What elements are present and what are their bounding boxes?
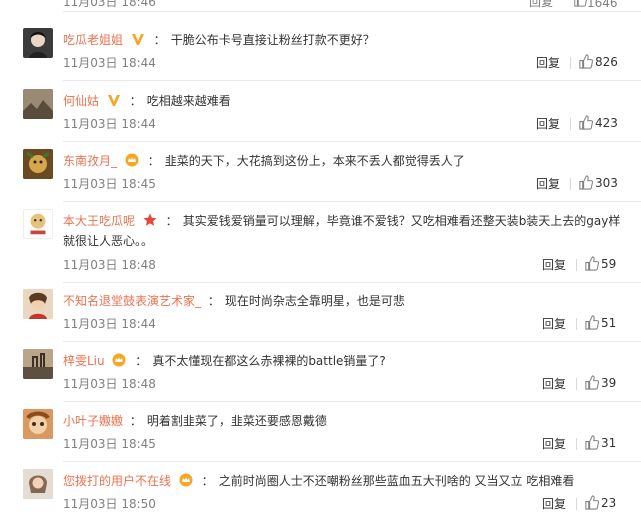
action-separator bbox=[570, 57, 571, 69]
thumbs-up-icon bbox=[579, 54, 593, 69]
like-count: 1646 bbox=[587, 0, 618, 10]
divider bbox=[63, 80, 641, 81]
divider bbox=[63, 201, 641, 202]
avatar[interactable] bbox=[23, 349, 53, 379]
comment-item: 何仙姑 ：吃相越来越难看 11月03日 18:44 回复 423 bbox=[0, 89, 641, 149]
action-separator bbox=[570, 118, 571, 130]
like-count: 59 bbox=[601, 257, 617, 271]
comment-text: 吃相越来越难看 bbox=[146, 94, 231, 108]
avatar[interactable] bbox=[23, 209, 53, 239]
reply-button[interactable]: 回复 bbox=[536, 175, 560, 192]
reply-button[interactable]: 回复 bbox=[529, 0, 553, 10]
like-count: 423 bbox=[595, 116, 618, 130]
reply-button[interactable]: 回复 bbox=[536, 54, 560, 71]
divider bbox=[63, 401, 641, 402]
like-button[interactable]: 39 bbox=[584, 375, 616, 390]
thumbs-up-icon bbox=[579, 175, 593, 190]
verified-v-icon bbox=[131, 32, 145, 46]
action-separator bbox=[570, 178, 571, 190]
like-button[interactable]: 826 bbox=[578, 54, 618, 69]
reply-button[interactable]: 回复 bbox=[542, 375, 566, 392]
thumbs-up-icon bbox=[574, 0, 587, 7]
comment-text: 干脆公布卡号直接让粉丝打款不更好？ bbox=[170, 33, 375, 47]
like-count: 51 bbox=[601, 316, 617, 330]
comment-time: 11月03日 18:44 bbox=[63, 117, 156, 131]
like-count: 23 bbox=[601, 496, 617, 510]
avatar[interactable] bbox=[23, 289, 53, 319]
avatar[interactable] bbox=[23, 409, 53, 439]
action-separator bbox=[576, 498, 577, 510]
comment-time: 11月03日 18:50 bbox=[63, 497, 156, 511]
comment-time: 11月03日 18:48 bbox=[63, 377, 156, 391]
reply-button[interactable]: 回复 bbox=[542, 315, 566, 332]
comment-item: 本大王吃瓜呢 ：其实爱钱爱销量可以理解，毕竟谁不爱钱？又吃相难看还整天装b装天上… bbox=[0, 209, 641, 289]
comment-text: 韭菜的天下，大花搞到这份上，本来不丢人都觉得丢人了 bbox=[164, 154, 465, 168]
comment-item: 不知名退堂鼓表演艺术家_ ：现在时尚杂志全靠明星，也是可悲 11月03日 18:… bbox=[0, 289, 641, 349]
like-button[interactable]: 51 bbox=[584, 315, 616, 330]
like-count: 303 bbox=[595, 176, 618, 190]
avatar[interactable] bbox=[23, 149, 53, 179]
comment-time: 11月03日 18:45 bbox=[63, 437, 156, 451]
comment-time: 11月03日 18:44 bbox=[63, 56, 156, 70]
thumbs-up-icon bbox=[585, 315, 599, 330]
thumbs-up-icon bbox=[585, 256, 599, 271]
comment-time: 11月03日 18:46 bbox=[63, 0, 156, 9]
like-button[interactable]: 31 bbox=[584, 435, 616, 450]
like-count: 39 bbox=[601, 376, 617, 390]
action-separator bbox=[576, 318, 577, 330]
divider bbox=[63, 341, 641, 342]
action-separator bbox=[576, 438, 577, 450]
thumbs-up-icon bbox=[585, 435, 599, 450]
divider bbox=[63, 141, 641, 142]
comment-time: 11月03日 18:45 bbox=[63, 177, 156, 191]
reply-button[interactable]: 回复 bbox=[542, 435, 566, 452]
like-count: 31 bbox=[601, 436, 617, 450]
like-button[interactable]: 303 bbox=[578, 175, 618, 190]
comment-item: 东南孜月_ ：韭菜的天下，大花搞到这份上，本来不丢人都觉得丢人了 11月03日 … bbox=[0, 149, 641, 209]
comment-item: 小叶子嫐嫐 ：明着割韭菜了，韭菜还要感恩戴德 11月03日 18:45 回复 3… bbox=[0, 409, 641, 469]
like-button[interactable]: 59 bbox=[584, 256, 616, 271]
comment-text: 明着割韭菜了，韭菜还要感恩戴德 bbox=[146, 414, 327, 428]
comment-time: 11月03日 18:48 bbox=[63, 258, 156, 272]
comment-time: 11月03日 18:44 bbox=[63, 317, 156, 331]
avatar[interactable] bbox=[23, 469, 53, 499]
like-button[interactable]: 1646 bbox=[573, 0, 618, 10]
divider bbox=[63, 282, 641, 283]
crown-badge-icon bbox=[179, 473, 193, 487]
action-separator bbox=[576, 378, 577, 390]
like-count: 826 bbox=[595, 55, 618, 69]
divider bbox=[63, 461, 641, 462]
comment-item: 吃瓜老姐姐 ：干脆公布卡号直接让粉丝打款不更好？ 11月03日 18:44 回复… bbox=[0, 28, 641, 88]
comment-text: 之前时尚圈人士不还嘲粉丝那些蓝血五大刊啥的 又当又立 吃相难看 bbox=[218, 474, 575, 488]
username-link[interactable]: 您拨打的用户不在线 bbox=[63, 474, 171, 488]
star-badge-icon bbox=[143, 213, 157, 227]
crown-badge-icon bbox=[125, 153, 139, 167]
like-button[interactable]: 423 bbox=[578, 115, 618, 130]
reply-button[interactable]: 回复 bbox=[542, 495, 566, 512]
comment-item: 您拨打的用户不在线 ：之前时尚圈人士不还嘲粉丝那些蓝血五大刊啥的 又当又立 吃相… bbox=[0, 469, 641, 518]
username-link[interactable]: 吃瓜老姐姐 bbox=[63, 33, 123, 47]
thumbs-up-icon bbox=[585, 495, 599, 510]
comment-text: 真不太懂现在都这么赤裸裸的battle销量了? bbox=[152, 354, 386, 368]
verified-v-icon bbox=[107, 93, 121, 107]
avatar[interactable] bbox=[23, 28, 53, 58]
thumbs-up-icon bbox=[579, 115, 593, 130]
username-link[interactable]: 小叶子嫐嫐 bbox=[63, 414, 123, 428]
reply-button[interactable]: 回复 bbox=[536, 115, 560, 132]
divider bbox=[63, 11, 641, 12]
reply-button[interactable]: 回复 bbox=[542, 256, 566, 273]
avatar[interactable] bbox=[23, 89, 53, 119]
username-link[interactable]: 何仙姑 bbox=[63, 94, 99, 108]
username-link[interactable]: 本大王吃瓜呢 bbox=[63, 214, 135, 228]
previous-comment-partial: 11月03日 18:46 回复 1646 bbox=[0, 0, 641, 12]
username-link[interactable]: 不知名退堂鼓表演艺术家_ bbox=[63, 294, 201, 308]
like-button[interactable]: 23 bbox=[584, 495, 616, 510]
comment-text: 现在时尚杂志全靠明星，也是可悲 bbox=[224, 294, 405, 308]
comment-item: 梓雯Liu ：真不太懂现在都这么赤裸裸的battle销量了? 11月03日 18… bbox=[0, 349, 641, 409]
crown-badge-icon bbox=[112, 353, 126, 367]
thumbs-up-icon bbox=[585, 375, 599, 390]
username-link[interactable]: 东南孜月_ bbox=[63, 154, 117, 168]
username-link[interactable]: 梓雯Liu bbox=[63, 354, 105, 368]
action-separator bbox=[576, 259, 577, 271]
